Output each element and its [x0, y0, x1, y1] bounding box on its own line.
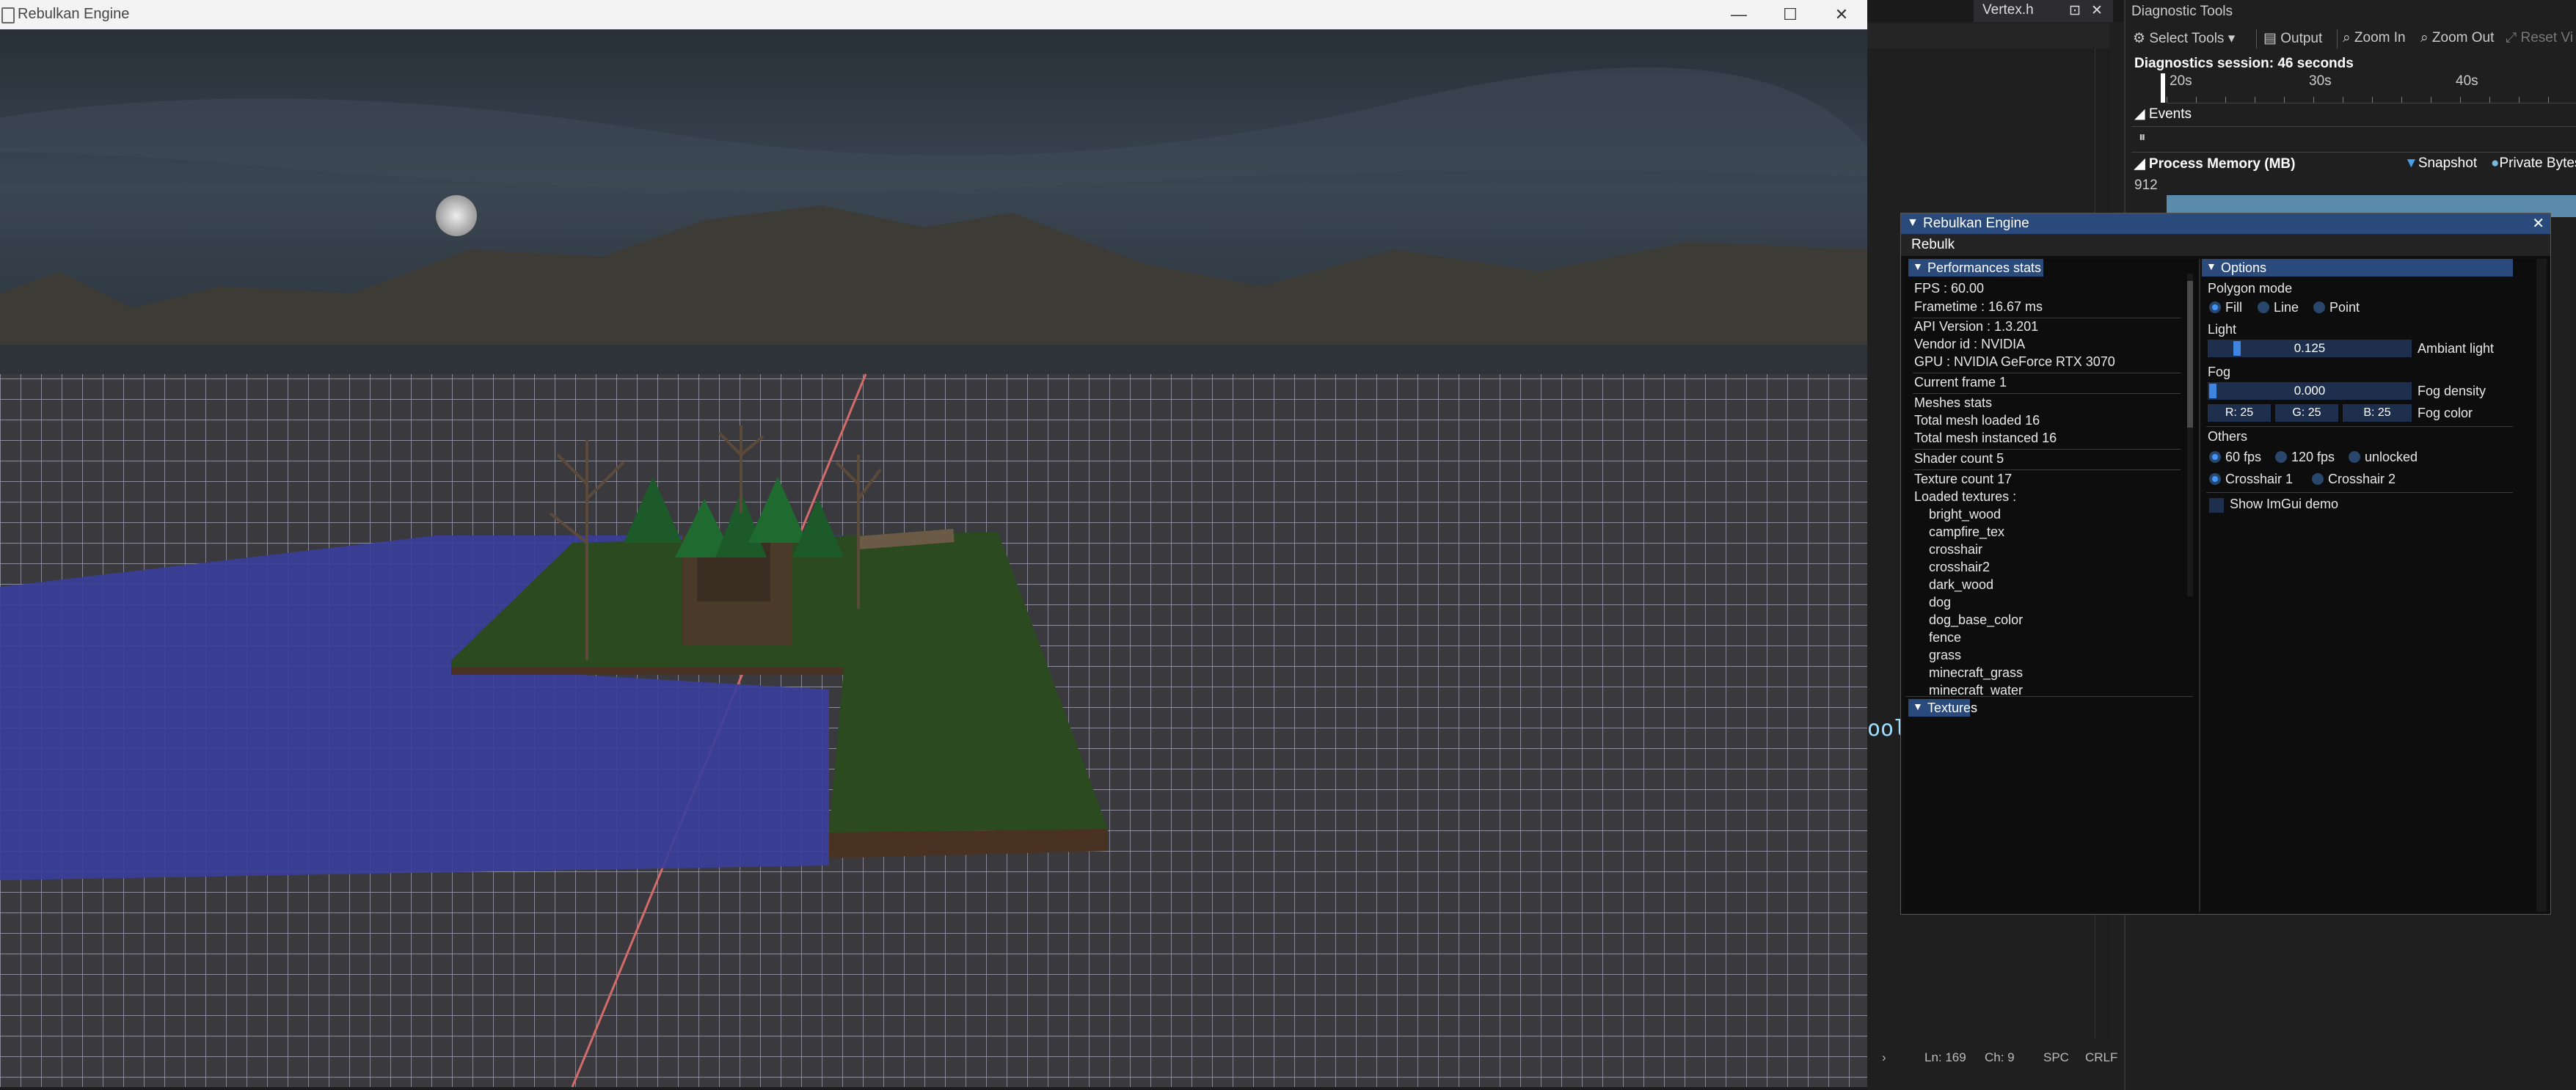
editor-status-bar: › Ln: 169 Ch: 9 SPC CRLF	[1867, 1045, 2124, 1069]
vendor-stat: Vendor id : NVIDIA	[1914, 337, 2026, 351]
output-button[interactable]: ▤ Output	[2263, 30, 2322, 47]
snapshot-legend: ▼Snapshot	[2404, 156, 2478, 171]
radio-line[interactable]	[2258, 301, 2269, 313]
radio-fill[interactable]	[2209, 301, 2221, 313]
game-viewport[interactable]	[0, 29, 1867, 1087]
tab-close-icon[interactable]: ✕	[2091, 2, 2103, 19]
texture-item: minecraft_grass	[1929, 665, 2024, 680]
performance-pane[interactable]: ▼ Performances stats FPS : 60.00 Frameti…	[1905, 259, 2200, 912]
app-icon	[1, 7, 15, 23]
api-version-stat: API Version : 1.3.201	[1914, 319, 2039, 334]
gpu-stat: GPU : NVIDIA GeForce RTX 3070	[1914, 354, 2115, 369]
performance-header[interactable]: ▼ Performances stats	[1908, 259, 2043, 277]
texture-item: dog	[1929, 595, 1952, 610]
events-track[interactable]: ⏸	[2131, 126, 2576, 153]
texture-item: dark_wood	[1929, 577, 1994, 592]
texture-item: dog_base_color	[1929, 612, 2024, 627]
zoom-in-button[interactable]: ⌕ Zoom In	[2343, 30, 2406, 46]
menu-rebulk[interactable]: Rebulk	[1911, 237, 1955, 253]
tab-vertex-h[interactable]: Vertex.h ⊡ ✕	[1974, 0, 2113, 22]
meshes-stats-label: Meshes stats	[1914, 395, 1993, 410]
light-label: Light	[2208, 322, 2237, 337]
texture-item: campfire_tex	[1929, 524, 2005, 539]
fog-color-r[interactable]: R: 25	[2208, 404, 2271, 422]
minimize-button[interactable]: —	[1713, 0, 1765, 29]
diagnostic-toolbar: ⚙ Select Tools ▾ ▤ Output ⌕ Zoom In ⌕ Zo…	[2126, 23, 2576, 53]
texture-item: crosshair2	[1929, 560, 1991, 574]
reset-view-button[interactable]: ⤢ Reset Vi	[2506, 30, 2573, 46]
navigation-bar[interactable]	[1867, 23, 2109, 48]
radio-crosshair-1[interactable]	[2209, 473, 2221, 485]
texture-item: crosshair	[1929, 542, 1983, 557]
collapse-icon[interactable]: ▼	[1907, 216, 1919, 230]
texture-count-stat: Texture count 17	[1914, 472, 2013, 486]
imgui-window[interactable]: ▼ Rebulkan Engine ✕ Rebulk ▼ Performance…	[1900, 213, 2551, 915]
fog-color-label: Fog color	[2418, 406, 2473, 420]
game-window-title: Rebulkan Engine	[18, 6, 130, 22]
zoom-out-button[interactable]: ⌕ Zoom Out	[2420, 30, 2494, 46]
spacing-indicator[interactable]: SPC	[2043, 1050, 2069, 1065]
fog-label: Fog	[2208, 365, 2231, 379]
ambient-light-label: Ambiant light	[2418, 341, 2495, 356]
texture-item: fence	[1929, 630, 1962, 645]
game-titlebar[interactable]: Rebulkan Engine — ☐ ✕	[0, 0, 1867, 29]
show-demo-label: Show ImGui demo	[2230, 497, 2339, 511]
memory-max-label: 912	[2134, 178, 2158, 193]
fps-stat: FPS : 60.00	[1914, 281, 1985, 296]
others-label: Others	[2208, 429, 2248, 444]
options-header[interactable]: ▼ Options	[2202, 259, 2513, 277]
imgui-close-icon[interactable]: ✕	[2532, 214, 2544, 233]
ambient-light-slider[interactable]: 0.125	[2208, 340, 2412, 357]
fog-density-label: Fog density	[2418, 384, 2486, 398]
moon	[436, 195, 477, 236]
fog-color-b[interactable]: B: 25	[2343, 404, 2412, 422]
imgui-menubar: Rebulk	[1901, 234, 2550, 256]
options-pane[interactable]: ▼ Options Polygon mode Fill Line Point L…	[2202, 259, 2547, 912]
textures-header[interactable]: ▼ Textures	[1908, 699, 1977, 717]
fence	[858, 529, 955, 549]
scroll-arrow-icon[interactable]: ›	[1882, 1050, 1886, 1065]
fog-color-g[interactable]: G: 25	[2275, 404, 2338, 422]
radio-unlocked[interactable]	[2349, 451, 2360, 463]
pause-icon[interactable]: ⏸	[2139, 130, 2146, 146]
close-button[interactable]: ✕	[1816, 0, 1867, 29]
events-section[interactable]: ◢ Events	[2134, 106, 2192, 122]
fog-density-slider[interactable]: 0.000	[2208, 382, 2412, 400]
polygon-mode-label: Polygon mode	[2208, 281, 2293, 296]
texture-item: minecraft_water	[1929, 683, 2024, 695]
loaded-textures-label: Loaded textures :	[1914, 489, 2017, 504]
private-bytes-legend: ●Private Bytes	[2491, 156, 2576, 171]
current-frame-stat: Current frame 1	[1914, 375, 2007, 389]
options-scrollbar[interactable]	[2536, 259, 2547, 912]
maximize-button[interactable]: ☐	[1765, 0, 1816, 29]
session-label: Diagnostics session: 46 seconds	[2134, 56, 2354, 71]
radio-60fps[interactable]	[2209, 451, 2221, 463]
select-tools-button[interactable]: ⚙ Select Tools ▾	[2133, 30, 2235, 47]
diagnostic-tools-title: Diagnostic Tools	[2131, 4, 2233, 19]
tab-label: Vertex.h	[1982, 2, 2034, 18]
column-indicator[interactable]: Ch: 9	[1985, 1050, 2015, 1065]
imgui-titlebar[interactable]: ▼ Rebulkan Engine ✕	[1901, 213, 2550, 234]
mesh-loaded-stat: Total mesh loaded 16	[1914, 413, 2040, 428]
imgui-title: Rebulkan Engine	[1923, 216, 2029, 231]
collapse-icon: ▼	[1913, 260, 1923, 272]
texture-item: grass	[1929, 648, 1962, 662]
line-indicator[interactable]: Ln: 169	[1924, 1050, 1966, 1065]
show-demo-checkbox[interactable]	[2209, 498, 2224, 513]
shader-count-stat: Shader count 5	[1914, 451, 2004, 466]
radio-crosshair-2[interactable]	[2312, 473, 2324, 485]
performance-scrollbar[interactable]	[2187, 274, 2193, 596]
radio-120fps[interactable]	[2275, 451, 2287, 463]
mesh-instanced-stat: Total mesh instanced 16	[1914, 431, 2057, 445]
game-window: Rebulkan Engine — ☐ ✕	[0, 0, 1867, 1087]
radio-point[interactable]	[2313, 301, 2325, 313]
texture-item: bright_wood	[1929, 507, 2002, 522]
pin-icon[interactable]: ⊡	[2069, 2, 2081, 19]
frametime-stat: Frametime : 16.67 ms	[1914, 299, 2043, 314]
collapse-icon: ▼	[1913, 701, 1923, 712]
eol-indicator[interactable]: CRLF	[2085, 1050, 2117, 1065]
memory-section[interactable]: ◢ Process Memory (MB)	[2134, 156, 2295, 172]
time-ruler[interactable]: 20s 30s 40s	[2161, 73, 2576, 103]
collapse-icon: ▼	[2206, 260, 2216, 272]
